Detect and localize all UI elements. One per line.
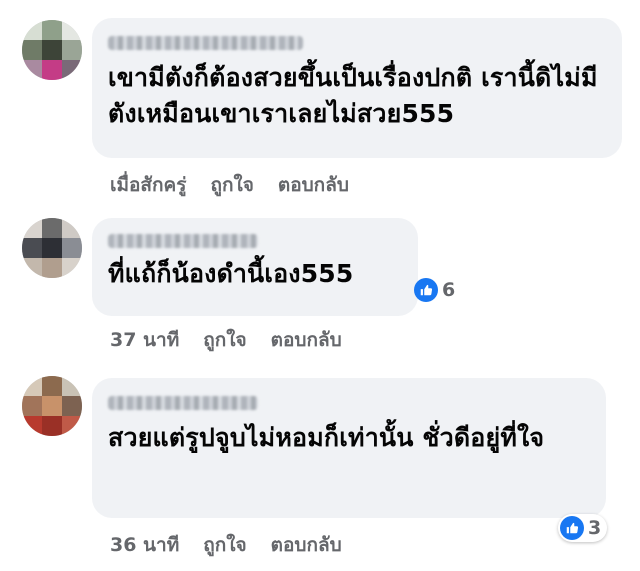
commenter-name-blurred[interactable]	[108, 36, 303, 50]
commenter-avatar[interactable]	[22, 20, 82, 80]
reply-button[interactable]: ตอบกลับ	[271, 325, 342, 355]
like-button[interactable]: ถูกใจ	[203, 325, 246, 355]
comment-timestamp[interactable]: เมื่อสักครู่	[110, 170, 186, 200]
comment-timestamp[interactable]: 36 นาที	[110, 530, 179, 560]
like-button[interactable]: ถูกใจ	[210, 170, 253, 200]
comment-text: เขามีตังก็ต้องสวยขึ้นเป็นเรื่องปกติ เราน…	[108, 63, 598, 128]
comment-text: สวยแต่รูปจูบไม่หอมก็เท่านั้น ชั่วดีอยู่ท…	[108, 423, 545, 452]
commenter-avatar[interactable]	[22, 218, 82, 278]
commenter-name-blurred[interactable]	[108, 396, 258, 410]
comment-bubble: สวยแต่รูปจูบไม่หอมก็เท่านั้น ชั่วดีอยู่ท…	[92, 378, 606, 518]
commenter-avatar[interactable]	[22, 376, 82, 436]
reaction-count[interactable]: 6	[412, 276, 461, 304]
comment-bubble: เขามีตังก็ต้องสวยขึ้นเป็นเรื่องปกติ เราน…	[92, 18, 622, 158]
reply-button[interactable]: ตอบกลับ	[271, 530, 342, 560]
comment-timestamp[interactable]: 37 นาที	[110, 325, 179, 355]
comment-text: ที่แถ้ก็น้องดำนี้เอง555	[108, 259, 354, 288]
like-button[interactable]: ถูกใจ	[203, 530, 246, 560]
reaction-count-number: 3	[588, 517, 602, 539]
reaction-count-number: 6	[442, 279, 456, 301]
thumbs-up-icon	[414, 278, 438, 302]
comment-actions: 36 นาที ถูกใจ ตอบกลับ	[110, 530, 342, 560]
comment-actions: 37 นาที ถูกใจ ตอบกลับ	[110, 325, 342, 355]
thumbs-up-icon	[560, 516, 584, 540]
reply-button[interactable]: ตอบกลับ	[278, 170, 349, 200]
commenter-name-blurred[interactable]	[108, 234, 258, 248]
comment-bubble: ที่แถ้ก็น้องดำนี้เอง555	[92, 218, 418, 316]
comment-actions: เมื่อสักครู่ ถูกใจ ตอบกลับ	[110, 170, 349, 200]
reaction-count[interactable]: 3	[558, 514, 608, 542]
